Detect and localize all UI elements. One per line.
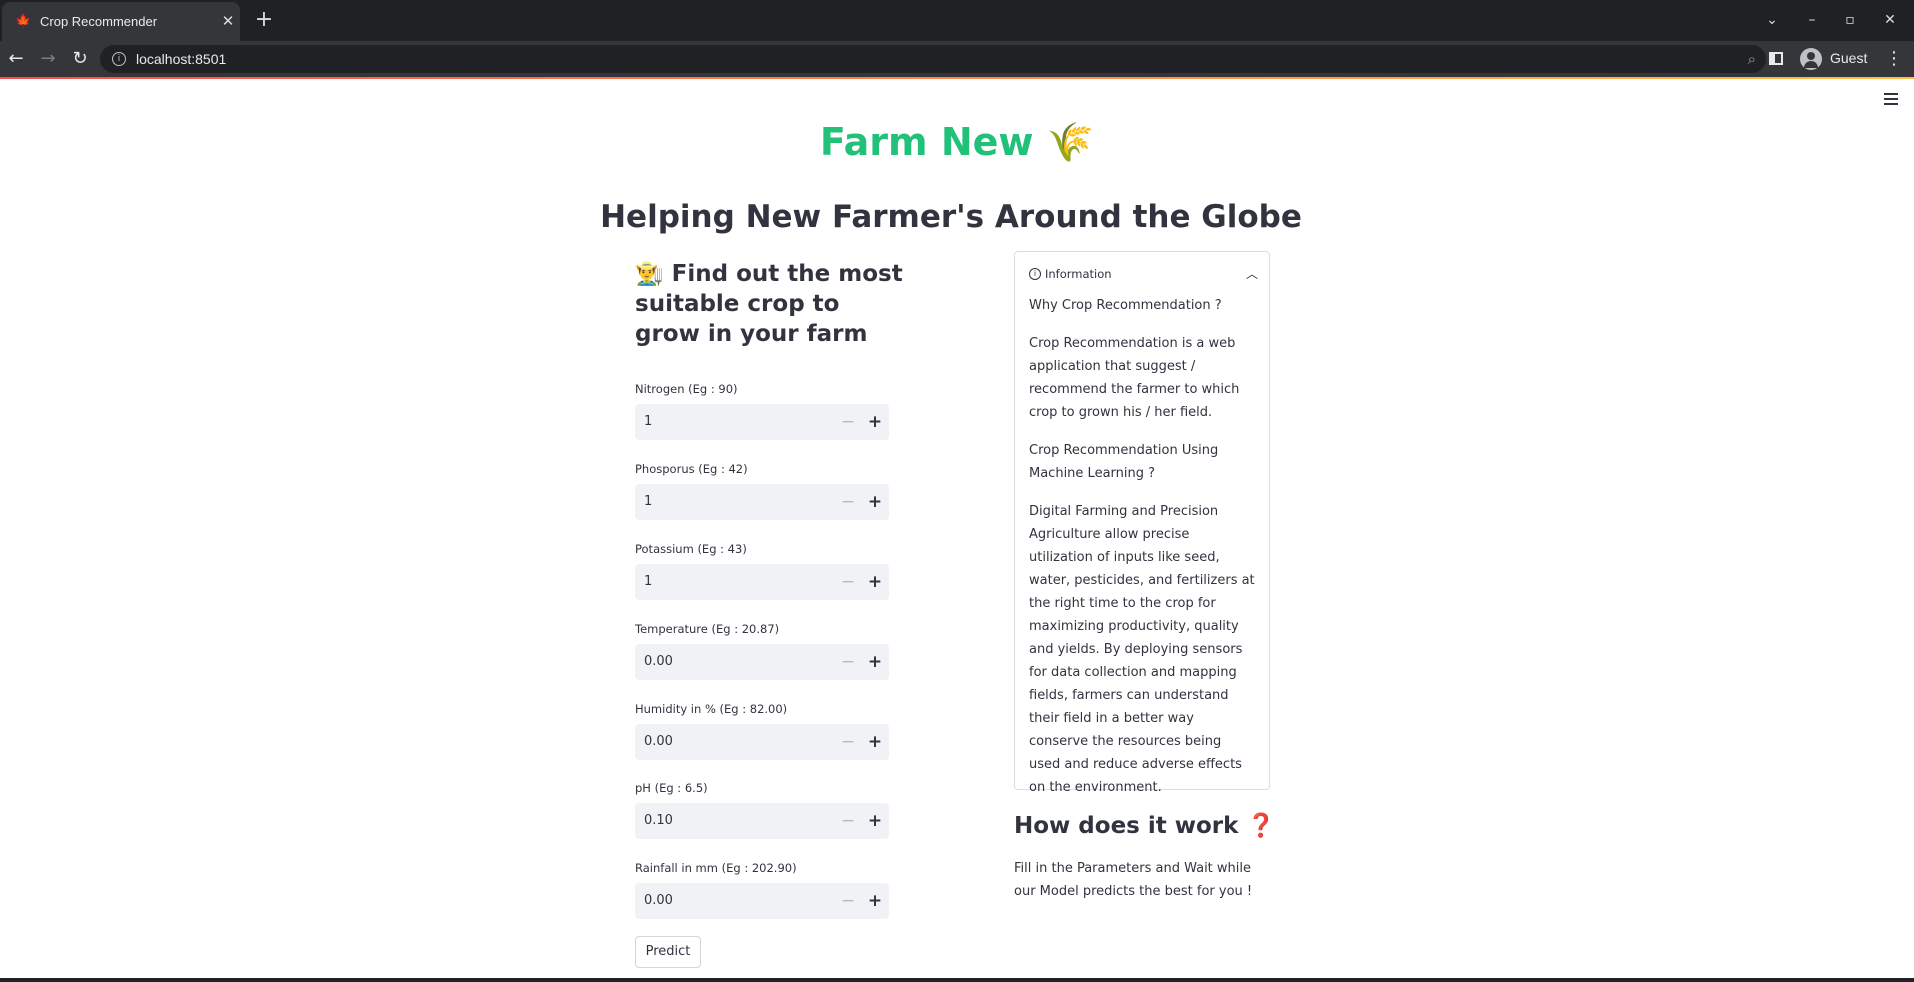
forward-arrow-icon[interactable]: → xyxy=(35,46,61,72)
minus-icon[interactable]: − xyxy=(835,806,861,836)
app-subtitle: Helping New Farmer's Around the Globe xyxy=(600,199,1302,235)
potassium-label: Potassium (Eg : 43) xyxy=(635,542,747,556)
left-column: 👨‍🌾 Find out the most suitable crop to g… xyxy=(635,259,903,349)
plus-icon[interactable]: + xyxy=(862,407,888,437)
browser-toolbar: ← → ↻ i localhost:8501 ⌕ Guest ⋮ xyxy=(0,41,1914,77)
address-bar[interactable]: i localhost:8501 ⌕ xyxy=(100,45,1766,73)
zoom-icon[interactable]: ⌕ xyxy=(1748,49,1756,69)
maple-leaf-icon: 🍁 xyxy=(15,14,32,29)
plus-icon[interactable]: + xyxy=(862,487,888,517)
tab-title: Crop Recommender xyxy=(40,14,158,29)
ph-field: pH (Eg : 6.5) 0.10 − + xyxy=(635,780,889,839)
potassium-value[interactable]: 1 xyxy=(644,572,652,592)
temperature-field: Temperature (Eg : 20.87) 0.00 − + xyxy=(635,621,889,680)
nitrogen-field: Nitrogen (Eg : 90) 1 − + xyxy=(635,381,889,440)
minus-icon[interactable]: − xyxy=(835,727,861,757)
app-title-text: Farm New xyxy=(819,120,1034,164)
predict-button[interactable]: Predict xyxy=(635,936,701,968)
humidity-input[interactable]: 0.00 − + xyxy=(635,724,889,760)
potassium-input[interactable]: 1 − + xyxy=(635,564,889,600)
ph-input[interactable]: 0.10 − + xyxy=(635,803,889,839)
url-text: localhost:8501 xyxy=(136,51,227,67)
plus-icon[interactable]: + xyxy=(862,567,888,597)
info-paragraph: Why Crop Recommendation ? xyxy=(1029,298,1222,313)
rainfall-input[interactable]: 0.00 − + xyxy=(635,883,889,919)
phosphorus-label: Phosporus (Eg : 42) xyxy=(635,462,748,476)
info-paragraph: Crop Recommendation Using Machine Learni… xyxy=(1029,443,1219,481)
bottom-edge xyxy=(0,978,1914,982)
plus-icon[interactable]: + xyxy=(862,647,888,677)
nitrogen-value[interactable]: 1 xyxy=(644,412,652,432)
temperature-input[interactable]: 0.00 − + xyxy=(635,644,889,680)
expander-title: Information xyxy=(1045,267,1112,281)
app-title: Farm New 🌾 xyxy=(0,115,1914,169)
rainfall-field: Rainfall in mm (Eg : 202.90) 0.00 − + xyxy=(635,860,889,919)
minus-icon[interactable]: − xyxy=(835,886,861,916)
minimize-button[interactable]: – xyxy=(1800,10,1824,30)
minus-icon[interactable]: − xyxy=(835,407,861,437)
rice-icon: 🌾 xyxy=(1046,120,1095,164)
expander-header[interactable]: i Information ︿ xyxy=(1029,265,1258,285)
site-info-icon[interactable]: i xyxy=(112,52,126,66)
phosphorus-field: Phosporus (Eg : 42) 1 − + xyxy=(635,461,889,520)
phosphorus-value[interactable]: 1 xyxy=(644,492,652,512)
maximize-button[interactable]: ▫ xyxy=(1838,10,1862,30)
how-it-works-heading: How does it work ❓ xyxy=(1014,813,1276,839)
chevron-up-icon[interactable]: ︿ xyxy=(1246,266,1258,282)
top-decoration-bar xyxy=(0,77,1914,79)
potassium-field: Potassium (Eg : 43) 1 − + xyxy=(635,541,889,600)
plus-icon[interactable]: + xyxy=(862,806,888,836)
new-tab-button[interactable]: + xyxy=(252,8,276,32)
minus-icon[interactable]: − xyxy=(835,487,861,517)
plus-icon[interactable]: + xyxy=(862,727,888,757)
browser-tab-strip: 🍁 Crop Recommender ✕ + ⌄ – ▫ ✕ xyxy=(0,0,1914,41)
ph-value[interactable]: 0.10 xyxy=(644,811,673,831)
find-crop-heading: 👨‍🌾 Find out the most suitable crop to g… xyxy=(635,261,903,347)
temperature-value[interactable]: 0.00 xyxy=(644,652,673,672)
reload-icon[interactable]: ↻ xyxy=(67,46,93,72)
humidity-label: Humidity in % (Eg : 82.00) xyxy=(635,702,788,716)
expander-body: Why Crop Recommendation ? Crop Recommend… xyxy=(1029,294,1255,814)
phosphorus-input[interactable]: 1 − + xyxy=(635,484,889,520)
info-icon: i xyxy=(1029,268,1041,280)
browser-tab[interactable]: 🍁 Crop Recommender ✕ xyxy=(2,2,240,41)
rainfall-value[interactable]: 0.00 xyxy=(644,891,673,911)
nitrogen-input[interactable]: 1 − + xyxy=(635,404,889,440)
tab-search-icon[interactable]: ⌄ xyxy=(1760,10,1784,30)
minus-icon[interactable]: − xyxy=(835,647,861,677)
rainfall-label: Rainfall in mm (Eg : 202.90) xyxy=(635,861,797,875)
humidity-field: Humidity in % (Eg : 82.00) 0.00 − + xyxy=(635,701,889,760)
info-paragraph: Crop Recommendation is a web application… xyxy=(1029,336,1240,420)
how-it-works-text: Fill in the Parameters and Wait while ou… xyxy=(1014,861,1253,899)
plus-icon[interactable]: + xyxy=(862,886,888,916)
profile-button[interactable]: Guest xyxy=(1800,46,1886,72)
info-paragraph: Digital Farming and Precision Agricultur… xyxy=(1029,504,1255,795)
close-window-button[interactable]: ✕ xyxy=(1878,10,1902,30)
side-panel-icon[interactable] xyxy=(1769,52,1783,65)
ph-label: pH (Eg : 6.5) xyxy=(635,781,708,795)
close-tab-icon[interactable]: ✕ xyxy=(218,11,238,31)
temperature-label: Temperature (Eg : 20.87) xyxy=(635,622,780,636)
profile-name: Guest xyxy=(1830,50,1868,66)
avatar-icon xyxy=(1800,48,1822,70)
minus-icon[interactable]: − xyxy=(835,567,861,597)
information-expander: i Information ︿ Why Crop Recommendation … xyxy=(1014,251,1270,795)
browser-menu-icon[interactable]: ⋮ xyxy=(1884,46,1904,72)
back-arrow-icon[interactable]: ← xyxy=(3,46,29,72)
hamburger-menu-icon[interactable] xyxy=(1884,92,1900,106)
nitrogen-label: Nitrogen (Eg : 90) xyxy=(635,382,738,396)
humidity-value[interactable]: 0.00 xyxy=(644,732,673,752)
